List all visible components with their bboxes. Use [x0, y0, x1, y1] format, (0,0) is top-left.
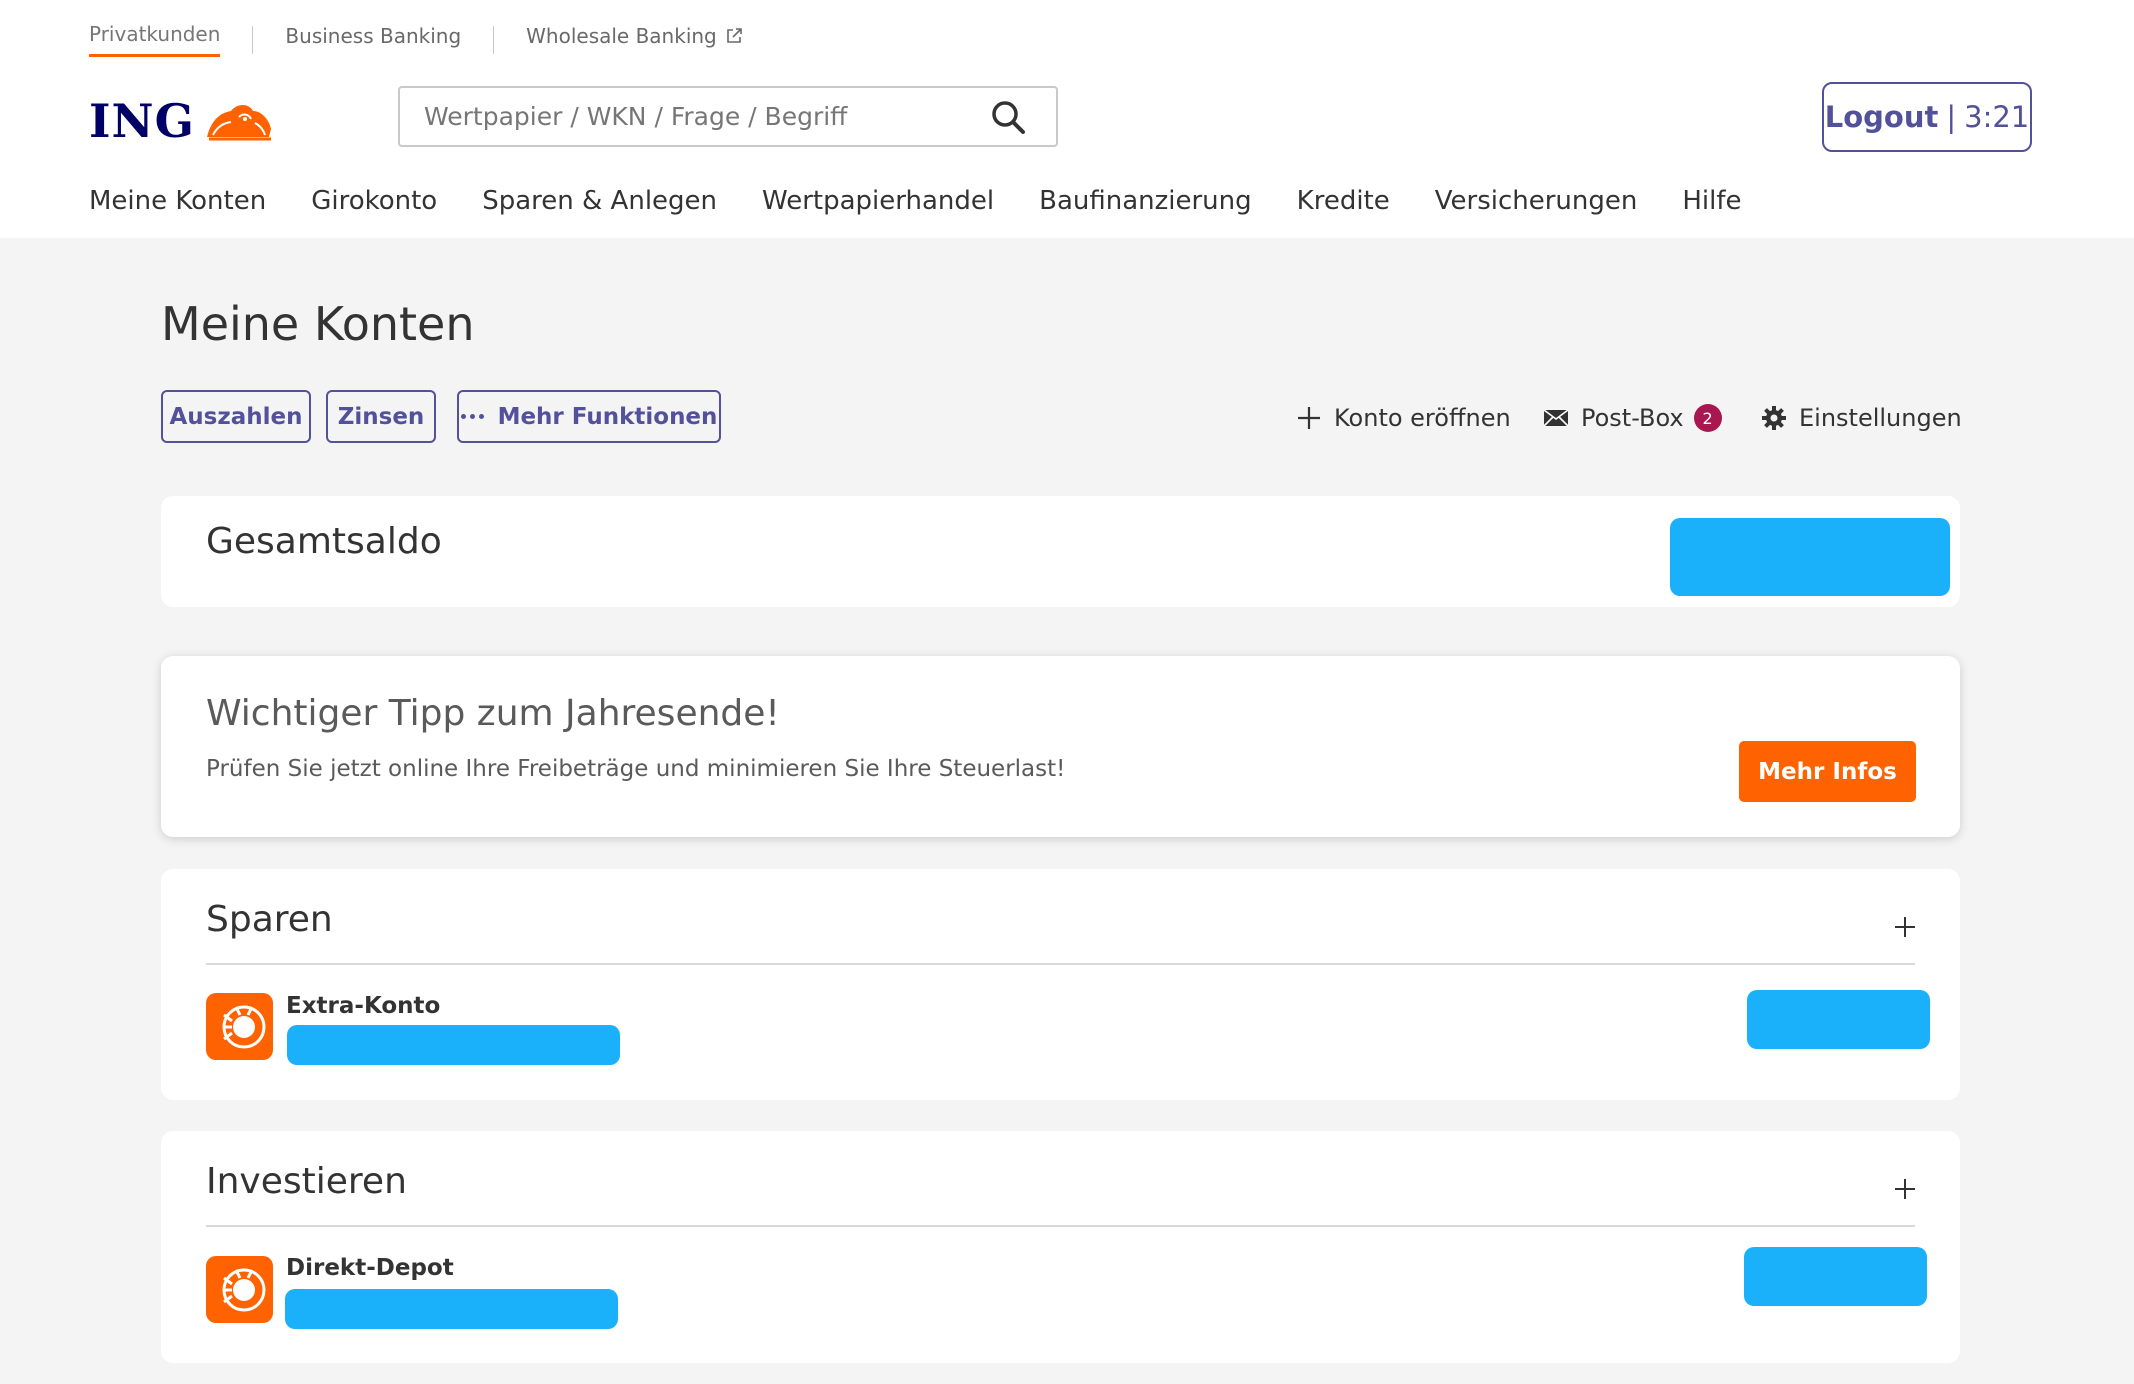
postbox-link[interactable]: Post-Box 2: [1543, 404, 1722, 432]
tip-heading: Wichtiger Tipp zum Jahresende!: [206, 693, 780, 734]
page-title: Meine Konten: [161, 297, 475, 351]
open-account-label: Konto eröffnen: [1334, 404, 1511, 432]
section-title: Sparen: [206, 899, 333, 940]
more-functions-button[interactable]: Mehr Funktionen: [457, 390, 721, 443]
header: Privatkunden Business Banking Wholesale …: [0, 0, 2134, 238]
account-balance-redacted: [1747, 990, 1930, 1049]
lion-logo-icon: [206, 993, 273, 1060]
segment-privatkunden[interactable]: Privatkunden: [89, 22, 221, 57]
nav-hilfe[interactable]: Hilfe: [1682, 186, 1741, 216]
total-balance-redacted: [1670, 518, 1950, 596]
plus-icon[interactable]: [1893, 1177, 1917, 1201]
logout-label: Logout: [1824, 100, 1939, 134]
segment-wholesale-banking[interactable]: Wholesale Banking: [526, 24, 743, 56]
envelope-icon: [1543, 409, 1569, 427]
more-dots-icon: [460, 414, 484, 419]
account-name-direkt-depot[interactable]: Direkt-Depot: [286, 1255, 454, 1281]
segment-divider: [493, 25, 495, 54]
section-sparen: Sparen Extra-Konto: [161, 869, 1960, 1100]
segment-divider: [252, 25, 254, 54]
ing-logo[interactable]: ING: [89, 94, 275, 148]
more-functions-label: Mehr Funktionen: [497, 403, 718, 430]
nav-girokonto[interactable]: Girokonto: [311, 186, 437, 216]
plus-icon: [1298, 407, 1320, 429]
total-balance-label: Gesamtsaldo: [206, 521, 442, 562]
main-nav: Meine Konten Girokonto Sparen & Anlegen …: [89, 186, 1787, 216]
segment-business-banking[interactable]: Business Banking: [285, 24, 461, 56]
section-title: Investieren: [206, 1161, 407, 1202]
open-account-link[interactable]: Konto eröffnen: [1296, 404, 1511, 432]
search-icon[interactable]: [988, 97, 1028, 137]
settings-link[interactable]: Einstellungen: [1761, 404, 1962, 432]
nav-kredite[interactable]: Kredite: [1297, 186, 1390, 216]
section-divider: [206, 1225, 1915, 1227]
account-number-redacted: [285, 1289, 618, 1329]
total-balance-card: Gesamtsaldo: [161, 496, 1960, 607]
lion-logo-icon: [206, 1256, 273, 1323]
zinsen-button[interactable]: Zinsen: [326, 390, 436, 443]
segment-wholesale-label: Wholesale Banking: [526, 23, 717, 48]
logo-wordmark: ING: [89, 94, 195, 148]
nav-versicherungen[interactable]: Versicherungen: [1435, 186, 1638, 216]
external-link-icon: [726, 27, 742, 43]
session-timer: 3:21: [1964, 100, 2030, 134]
plus-icon[interactable]: [1893, 915, 1917, 939]
postbox-label: Post-Box: [1581, 404, 1684, 432]
tip-text: Prüfen Sie jetzt online Ihre Freibeträge…: [206, 756, 1066, 782]
postbox-badge: 2: [1693, 404, 1722, 432]
account-balance-redacted: [1744, 1247, 1927, 1306]
tip-card: Wichtiger Tipp zum Jahresende! Prüfen Si…: [161, 656, 1960, 837]
auszahlen-button[interactable]: Auszahlen: [161, 390, 311, 443]
account-name-extra-konto[interactable]: Extra-Konto: [286, 993, 440, 1019]
logout-button[interactable]: Logout | 3:21: [1822, 82, 2032, 152]
search-box[interactable]: [398, 86, 1058, 147]
search-input[interactable]: [400, 102, 988, 131]
nav-baufinanzierung[interactable]: Baufinanzierung: [1039, 186, 1252, 216]
nav-wertpapierhandel[interactable]: Wertpapierhandel: [762, 186, 994, 216]
account-number-redacted: [287, 1025, 620, 1065]
segment-nav: Privatkunden Business Banking Wholesale …: [89, 22, 743, 57]
logout-separator: |: [1946, 100, 1957, 134]
settings-label: Einstellungen: [1799, 404, 1962, 432]
gear-icon: [1762, 406, 1786, 430]
more-info-button[interactable]: Mehr Infos: [1739, 741, 1916, 802]
section-investieren: Investieren Direkt-Depot: [161, 1131, 1960, 1363]
section-divider: [206, 963, 1915, 965]
nav-meine-konten[interactable]: Meine Konten: [89, 186, 266, 216]
lion-logo-icon: [206, 105, 271, 141]
nav-sparen-anlegen[interactable]: Sparen & Anlegen: [482, 186, 717, 216]
